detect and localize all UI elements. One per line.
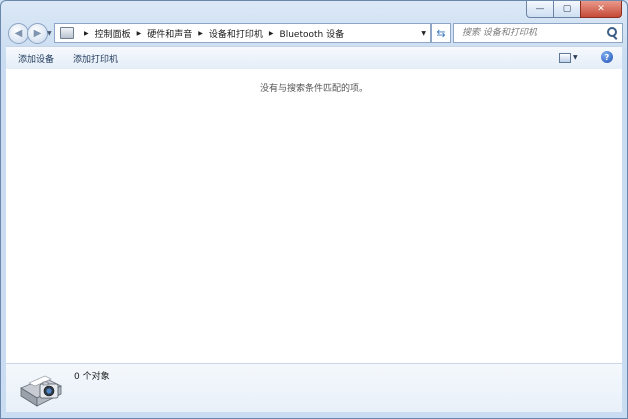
caption-buttons: — ▢ ✕: [526, 1, 622, 18]
back-button[interactable]: ◀: [8, 23, 29, 44]
refresh-icon: ⇆: [436, 26, 446, 40]
close-button[interactable]: ✕: [580, 1, 622, 18]
help-icon[interactable]: ?: [601, 51, 613, 63]
breadcrumb-devices-printers[interactable]: 设备和打印机: [209, 27, 263, 40]
breadcrumb-chevron-icon[interactable]: ▶: [84, 30, 89, 37]
search-box[interactable]: [453, 23, 623, 43]
address-bar[interactable]: ▶ 控制面板 ▶ 硬件和声音 ▶ 设备和打印机 ▶ Bluetooth 设备 ▼: [54, 23, 431, 43]
object-count: 0 个对象: [74, 372, 110, 382]
items-view[interactable]: 没有与搜索条件匹配的项。: [6, 69, 622, 364]
minimize-button[interactable]: —: [526, 1, 553, 18]
address-dropdown-icon[interactable]: ▼: [421, 30, 426, 37]
forward-arrow-icon: ▶: [33, 28, 42, 39]
breadcrumb-chevron-icon[interactable]: ▶: [198, 30, 203, 37]
add-printer-button[interactable]: 添加打印机: [73, 52, 118, 65]
recent-pages-dropdown-icon[interactable]: ▼: [47, 30, 52, 37]
command-bar: 添加设备 添加打印机 ▼ ?: [6, 46, 622, 70]
empty-results-message: 没有与搜索条件匹配的项。: [259, 84, 368, 94]
navigation-bar: ◀ ▶ ▼ ▶ 控制面板 ▶ 硬件和声音 ▶ 设备和打印机 ▶ Bluetoot…: [1, 21, 627, 45]
change-view-icon[interactable]: [559, 53, 571, 63]
breadcrumb-control-panel[interactable]: 控制面板: [95, 27, 131, 40]
details-pane: 0 个对象: [6, 364, 622, 412]
breadcrumb-chevron-icon[interactable]: ▶: [137, 30, 142, 37]
refresh-button[interactable]: ⇆: [431, 23, 451, 43]
devices-printers-folder-icon: [60, 27, 74, 39]
breadcrumb-chevron-icon[interactable]: ▶: [269, 30, 274, 37]
back-arrow-icon: ◀: [14, 28, 23, 39]
forward-button[interactable]: ▶: [27, 23, 48, 44]
breadcrumb-hardware-sound[interactable]: 硬件和声音: [147, 27, 192, 40]
search-icon[interactable]: [606, 27, 618, 39]
maximize-button[interactable]: ▢: [553, 1, 580, 18]
devices-printers-icon: [20, 375, 62, 407]
explorer-window: — ▢ ✕ ◀ ▶ ▼ ▶ 控制面板 ▶ 硬件和声音 ▶ 设备和打印机 ▶ Bl…: [0, 0, 628, 419]
search-input[interactable]: [460, 27, 604, 39]
breadcrumb-bluetooth-devices[interactable]: Bluetooth 设备: [280, 27, 345, 40]
add-device-button[interactable]: 添加设备: [18, 52, 54, 65]
view-options-dropdown-icon[interactable]: ▼: [573, 54, 578, 61]
